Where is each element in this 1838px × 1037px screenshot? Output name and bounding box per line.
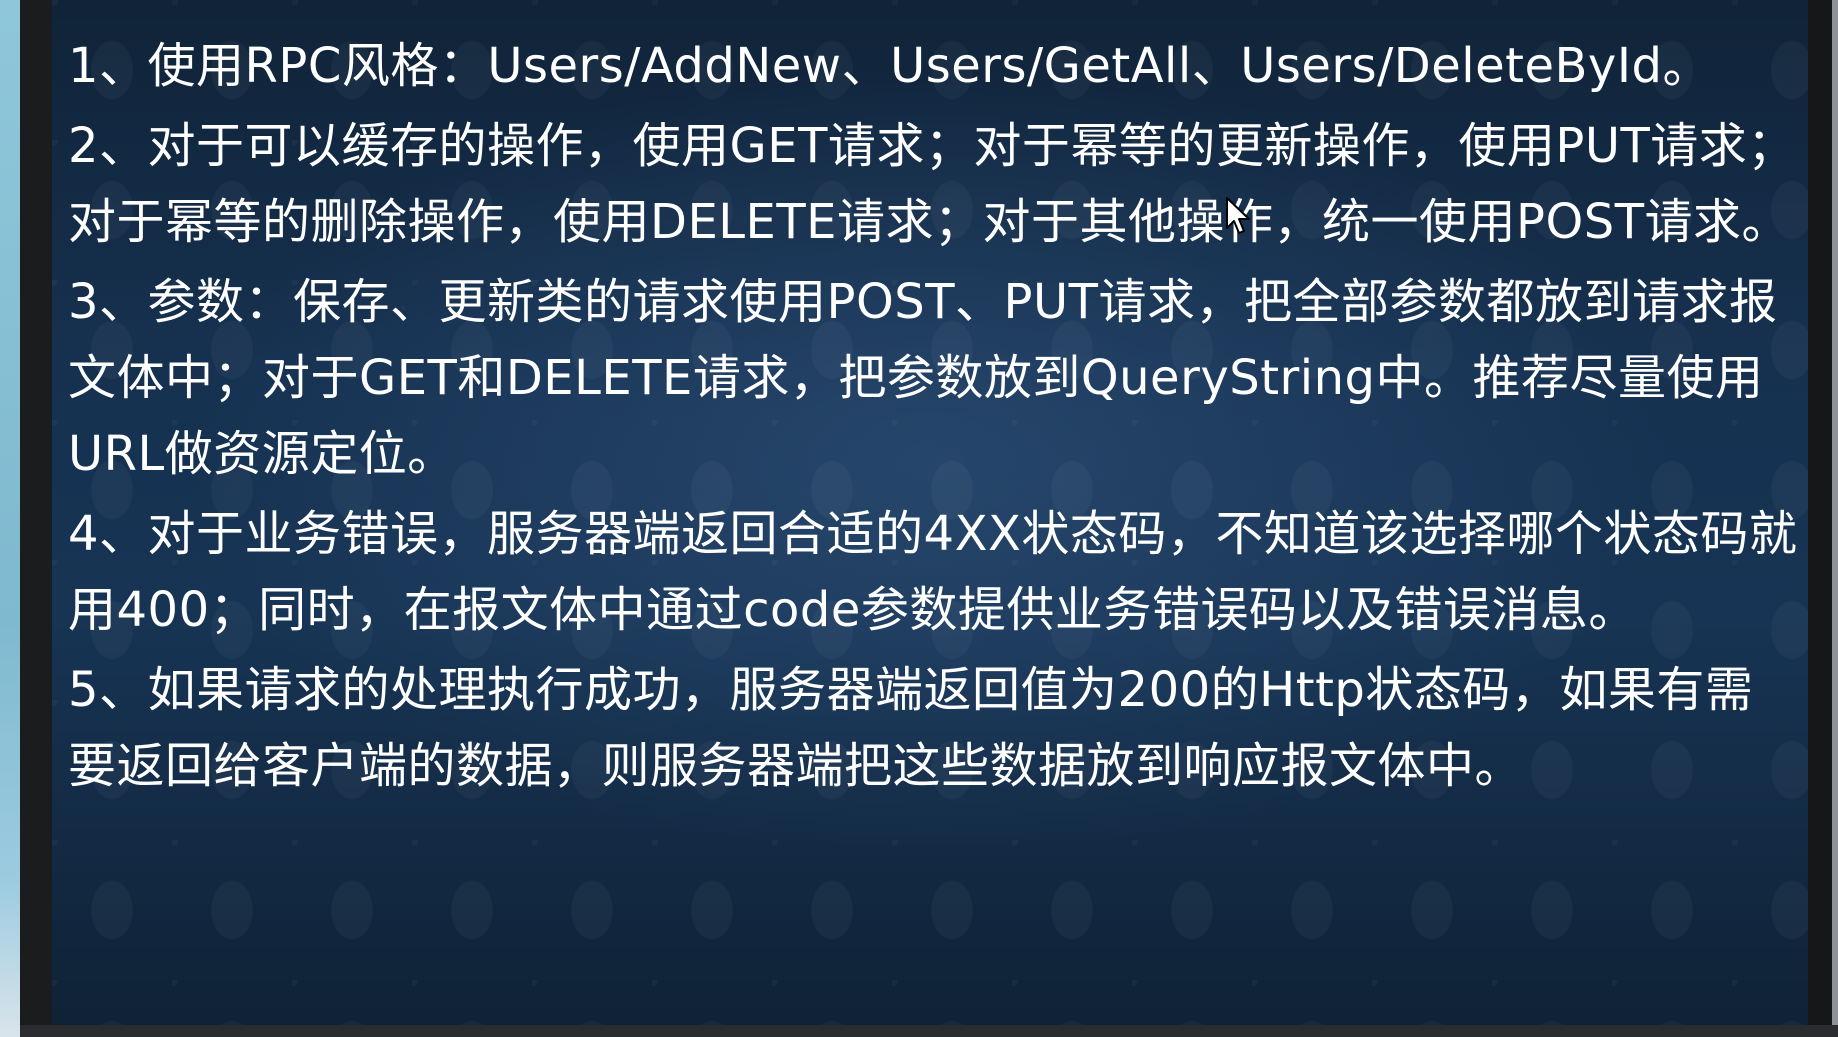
presentation-slide: 1、使用RPC风格：Users/AddNew、Users/GetAll、User… [52,0,1808,1025]
slide-text-body: 1、使用RPC风格：Users/AddNew、Users/GetAll、User… [68,28,1798,808]
slide-paragraph-4: 4、对于业务错误，服务器端返回合适的4XX状态码，不知道该选择哪个状态码就用40… [68,506,1798,638]
window-border-bottom [20,1025,1838,1037]
slide-paragraph-2: 2、对于可以缓存的操作，使用GET请求；对于幂等的更新操作，使用PUT请求；对于… [68,118,1796,250]
desktop-edge-left [0,0,20,1037]
slide-paragraph-1: 1、使用RPC风格：Users/AddNew、Users/GetAll、User… [68,38,1711,94]
window-border-left [20,0,52,1037]
desktop-edge-right [1832,0,1838,1037]
mouse-pointer-icon [1226,197,1250,234]
screen: 1、使用RPC风格：Users/AddNew、Users/GetAll、User… [0,0,1838,1037]
slide-paragraph-5: 5、如果请求的处理执行成功，服务器端返回值为200的Http状态码，如果有需要返… [68,662,1754,794]
slide-paragraph-3: 3、参数：保存、更新类的请求使用POST、PUT请求，把全部参数都放到请求报文体… [68,274,1778,482]
